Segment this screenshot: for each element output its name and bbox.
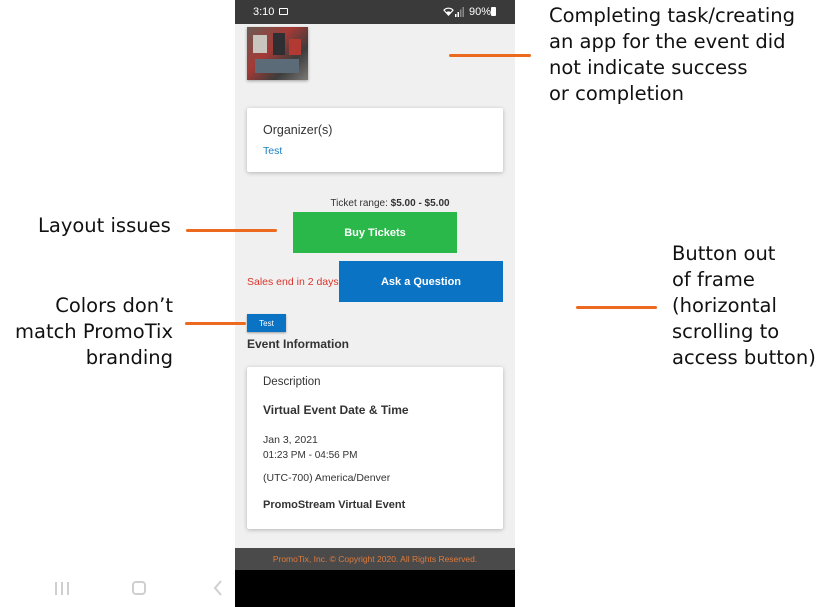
annotation-completion-line3: not indicate success: [549, 56, 748, 79]
event-info-heading: Event Information: [247, 337, 350, 351]
description-card: Description Virtual Event Date & Time Ja…: [247, 367, 503, 529]
ticket-range-label: Ticket range:: [330, 198, 388, 209]
event-name: PromoStream Virtual Event: [263, 499, 406, 511]
recent-apps-icon[interactable]: [55, 582, 69, 595]
ticket-range: Ticket range: $5.00 - $5.00: [275, 198, 505, 209]
status-bar: 3:10 90%: [235, 0, 515, 24]
annotation-button-line4: scrolling to: [672, 320, 780, 343]
ticket-range-value: $5.00 - $5.00: [390, 198, 450, 209]
buy-tickets-button[interactable]: Buy Tickets: [293, 212, 457, 253]
event-thumbnail[interactable]: [247, 27, 308, 80]
status-time: 3:10: [253, 6, 275, 18]
wifi-icon: [443, 7, 454, 16]
phone-screen: 3:10 90% Organizer(s) Test Ticket range:…: [235, 0, 515, 607]
event-timezone: (UTC-700) America/Denver: [263, 472, 391, 484]
annotation-button-line2: of frame: [672, 268, 755, 291]
annotation-colors-line2: match PromoTix: [15, 320, 173, 343]
annotation-colors: Colors don’t match PromoTix branding: [0, 293, 173, 371]
organizer-card: Organizer(s) Test: [247, 108, 503, 172]
annotation-button-line1: Button out: [672, 242, 776, 265]
battery-icon: [491, 7, 496, 16]
annotation-completion-line4: or completion: [549, 82, 684, 105]
annotation-button: Button out of frame (horizontal scrollin…: [672, 241, 816, 371]
annotation-button-line: [576, 306, 657, 309]
annotation-completion: Completing task/creating an app for the …: [549, 3, 795, 107]
description-title: Description: [263, 376, 321, 388]
test-button[interactable]: Test: [247, 314, 286, 332]
annotation-colors-line: [185, 322, 246, 325]
annotation-completion-line: [449, 54, 531, 57]
virtual-event-title: Virtual Event Date & Time: [263, 403, 409, 417]
event-time: 01:23 PM - 04:56 PM: [263, 450, 358, 461]
ask-question-button[interactable]: Ask a Question: [339, 261, 503, 302]
annotation-colors-line1: Colors don’t: [55, 294, 173, 317]
annotation-button-line5: access button): [672, 346, 816, 369]
annotation-layout: Layout issues: [38, 214, 171, 237]
footer-copyright: PromoTix, Inc. © Copyright 2020. All Rig…: [235, 548, 515, 570]
annotation-layout-line: [186, 229, 277, 232]
annotation-completion-line2: an app for the event did: [549, 30, 786, 53]
battery-percent: 90%: [469, 6, 492, 18]
sales-end-text: Sales end in 2 days: [247, 276, 339, 288]
gallery-icon: [279, 8, 288, 15]
annotation-completion-line1: Completing task/creating: [549, 4, 796, 27]
annotation-colors-line3: branding: [85, 346, 173, 369]
home-icon[interactable]: [132, 581, 146, 595]
annotation-button-line3: (horizontal: [672, 294, 777, 317]
signal-icon: [455, 7, 464, 17]
event-date: Jan 3, 2021: [263, 434, 318, 446]
organizer-link[interactable]: Test: [263, 145, 282, 157]
android-nav-bar: [235, 570, 515, 607]
organizer-title: Organizer(s): [263, 123, 333, 137]
back-icon[interactable]: [212, 580, 224, 596]
